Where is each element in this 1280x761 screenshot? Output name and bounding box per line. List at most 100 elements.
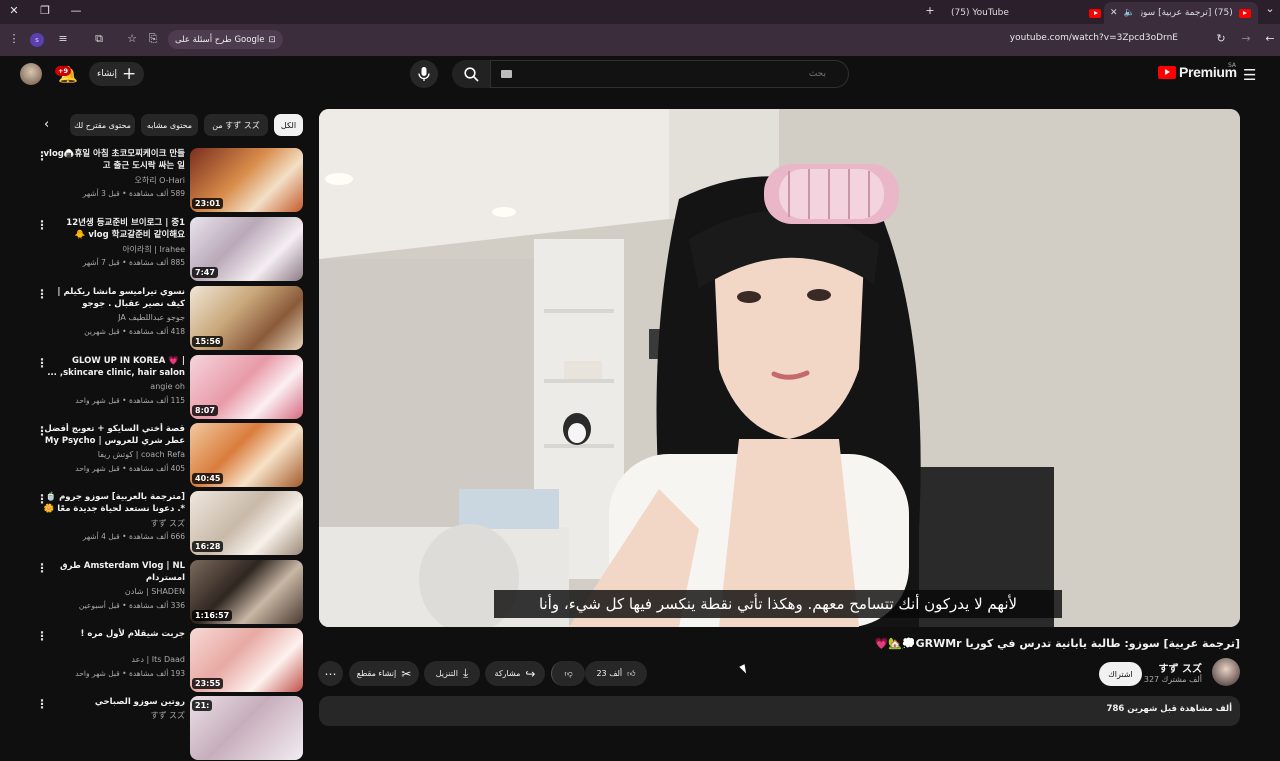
video-meta: 589 ألف مشاهدة • قبل 3 أشهر [82,189,185,198]
list-item[interactable]: ⋮ 8:07 GLOW UP IN KOREA 💗 | skincare cli… [30,354,305,420]
chip-all[interactable]: الكل [274,114,303,136]
clip-button[interactable]: إنشاء مقطع ✂ [349,661,419,686]
share-button[interactable]: مشاركة ↪ [485,661,545,686]
window-restore-icon[interactable]: ❐ [37,4,53,17]
chip-recommended[interactable]: محتوى مقترح لك [70,114,135,136]
more-actions-button[interactable]: ⋯ [318,661,343,686]
window-close-icon[interactable]: ✕ [6,4,22,17]
description-box[interactable]: 786 ألف مشاهدة قبل شهرين [319,696,1240,726]
channel-name[interactable]: angie oh [43,382,185,391]
video-thumbnail[interactable]: 8:07 [190,355,303,419]
voice-search-button[interactable] [410,60,438,88]
dislike-button[interactable]: 👎︎ [551,661,585,686]
download-button[interactable]: التنزيل ⤓ [424,661,480,686]
search-input[interactable] [491,61,848,87]
video-thumbnail[interactable]: 23:01 [190,148,303,212]
list-item[interactable]: ⋮ 40:45 قصة أختي السايكو + تعويج أفضل عط… [30,422,305,488]
more-horizontal-icon: ⋯ [324,666,337,681]
channel-name[interactable]: SHADEN | شادن [43,587,185,596]
tab-title: (75) YouTube [951,8,1009,18]
screenshot-icon[interactable]: ⎘ [145,32,161,46]
video-player[interactable] [319,109,1240,627]
video-title[interactable]: جربت شيقلام لأول مره ! [43,628,185,640]
lens-icon: ⊡ [268,34,276,45]
video-title[interactable]: GLOW UP IN KOREA 💗 | skincare clinic, ha… [43,355,185,379]
video-thumbnail[interactable]: 21: [190,696,303,760]
channel-name[interactable]: جوجو عبداللطيف JA [43,313,185,322]
channel-name[interactable]: 오하리 O-Hari [43,175,185,186]
clip-label: إنشاء مقطع [356,669,397,678]
tab-groups-icon[interactable]: ≡ [55,32,71,45]
duration-badge: 23:01 [192,198,224,209]
browser-tab-active[interactable]: ✕ 🔈 (75) [ترجمة عربية] سوزو: طا [1104,2,1258,24]
bookmark-star-icon[interactable]: ☆ [124,32,140,45]
list-item[interactable]: ⋮ 1:16:57 Amsterdam Vlog | NL طرق امسترد… [30,559,305,625]
extensions-icon[interactable]: ⧉ [91,32,107,46]
list-item[interactable]: ⋮ 15:56 نسوي تيراميسو مانشا ريكيلم | كيف… [30,285,305,351]
chip-related[interactable]: محتوى مشابه [141,114,198,136]
channel-name[interactable]: すず スズ [1159,660,1202,675]
create-button[interactable]: إنشاء + [89,62,145,86]
account-avatar[interactable] [20,63,42,85]
window-minimize-icon[interactable]: — [68,4,84,17]
video-meta: 193 ألف مشاهدة • قبل شهر واحد [75,669,185,678]
url-field[interactable]: youtube.com/watch?v=3Zpcd3oDrnE [1010,33,1178,43]
ask-google-label: طرح أسئلة على Google [175,34,265,45]
video-thumbnail[interactable]: 1:16:57 [190,560,303,624]
browser-menu-icon[interactable]: ⋮ [6,32,22,45]
video-title[interactable]: روتين سوزو الصباحي [43,696,185,708]
create-label: إنشاء [97,69,118,79]
forward-icon[interactable]: → [1238,32,1254,45]
share-icon: ↪ [525,666,536,681]
youtube-favicon-icon [1238,8,1251,18]
list-item[interactable]: ⋮ 16:28 [مترجمة بالعربية] سوزو جروم 🍵*. … [30,490,305,556]
search-button[interactable] [452,60,490,88]
youtube-premium-logo[interactable]: Premium SA [1158,62,1237,80]
chip-from-channel[interactable]: من すず スズ [204,114,268,136]
search-icon [463,66,479,82]
video-thumbnail[interactable]: 23:55 [190,628,303,692]
reload-icon[interactable]: ↻ [1213,32,1229,45]
list-item[interactable]: ⋮ 21: روتين سوزو الصباحي すず スズ [30,695,305,761]
video-title[interactable]: قصة أختي السايكو + تعويج أفضل عطر شري لل… [43,423,185,447]
list-item[interactable]: ⋮ 23:01 vlog🍙휴일 아침 초코모찌케이크 만들고 출근 도시락 싸는… [30,147,305,213]
download-icon: ⤓ [462,666,469,680]
back-icon[interactable]: ← [1262,32,1278,45]
tab-close-icon[interactable]: ✕ [1110,8,1118,18]
channel-name[interactable]: すず スズ [43,518,185,529]
chips-previous-icon[interactable]: ‹ [44,117,49,132]
video-title[interactable]: Amsterdam Vlog | NL طرق امستردام [43,560,185,584]
speaker-icon[interactable]: 🔈 [1124,8,1135,18]
video-title[interactable]: vlog🍙휴일 아침 초코모찌케이크 만들고 출근 도시락 싸는 일 [43,148,185,172]
video-title[interactable]: 12년생 등교준비 브이로그 | 중1 vlog 학교갈준비 같이해요 🐥 [43,217,185,241]
channel-name[interactable]: Its Daad | دعد [43,655,185,664]
subscribe-button[interactable]: اشتراك [1099,662,1142,686]
profile-icon[interactable]: s [30,33,44,47]
channel-avatar[interactable] [1212,658,1240,686]
new-tab-icon[interactable]: + [922,4,938,17]
video-thumbnail[interactable]: 7:47 [190,217,303,281]
browser-tab[interactable]: (75) YouTube [945,2,1107,24]
guide-menu-icon[interactable]: ☰ [1243,66,1256,84]
subscriber-count: 327 ألف مشترك [1143,675,1202,684]
list-item[interactable]: ⋮ 7:47 12년생 등교준비 브이로그 | 중1 vlog 학교갈준비 같이… [30,216,305,282]
video-title[interactable]: [مترجمة بالعربية] سوزو جروم 🍵*. دعونا نس… [43,491,185,515]
channel-name[interactable]: すず スズ [43,710,185,721]
duration-badge: 1:16:57 [192,610,233,621]
like-button[interactable]: 23 ألف 👍︎ [585,661,647,686]
video-title[interactable]: نسوي تيراميسو مانشا ريكيلم | كيف نصير عق… [43,286,185,310]
ask-google-button[interactable]: طرح أسئلة على Google ⊡ [168,30,283,49]
video-meta: 418 ألف مشاهدة • قبل شهرين [84,327,185,336]
video-thumbnail[interactable]: 40:45 [190,423,303,487]
channel-name[interactable]: coach Refa | كوتش ريفا [43,450,185,459]
channel-name[interactable]: 아이라희 | Irahee [43,244,185,255]
youtube-favicon-icon [1089,8,1101,18]
video-thumbnail[interactable]: 15:56 [190,286,303,350]
duration-badge: 23:55 [192,678,224,689]
search-box [490,60,849,88]
keyboard-icon[interactable] [501,70,512,78]
list-item[interactable]: ⋮ 23:55 جربت شيقلام لأول مره ! Its Daad … [30,627,305,693]
video-thumbnail[interactable]: 16:28 [190,491,303,555]
tab-search-icon[interactable]: ⌄ [1262,2,1278,15]
video-meta: 336 ألف مشاهدة • قبل أسبوعين [78,601,185,610]
